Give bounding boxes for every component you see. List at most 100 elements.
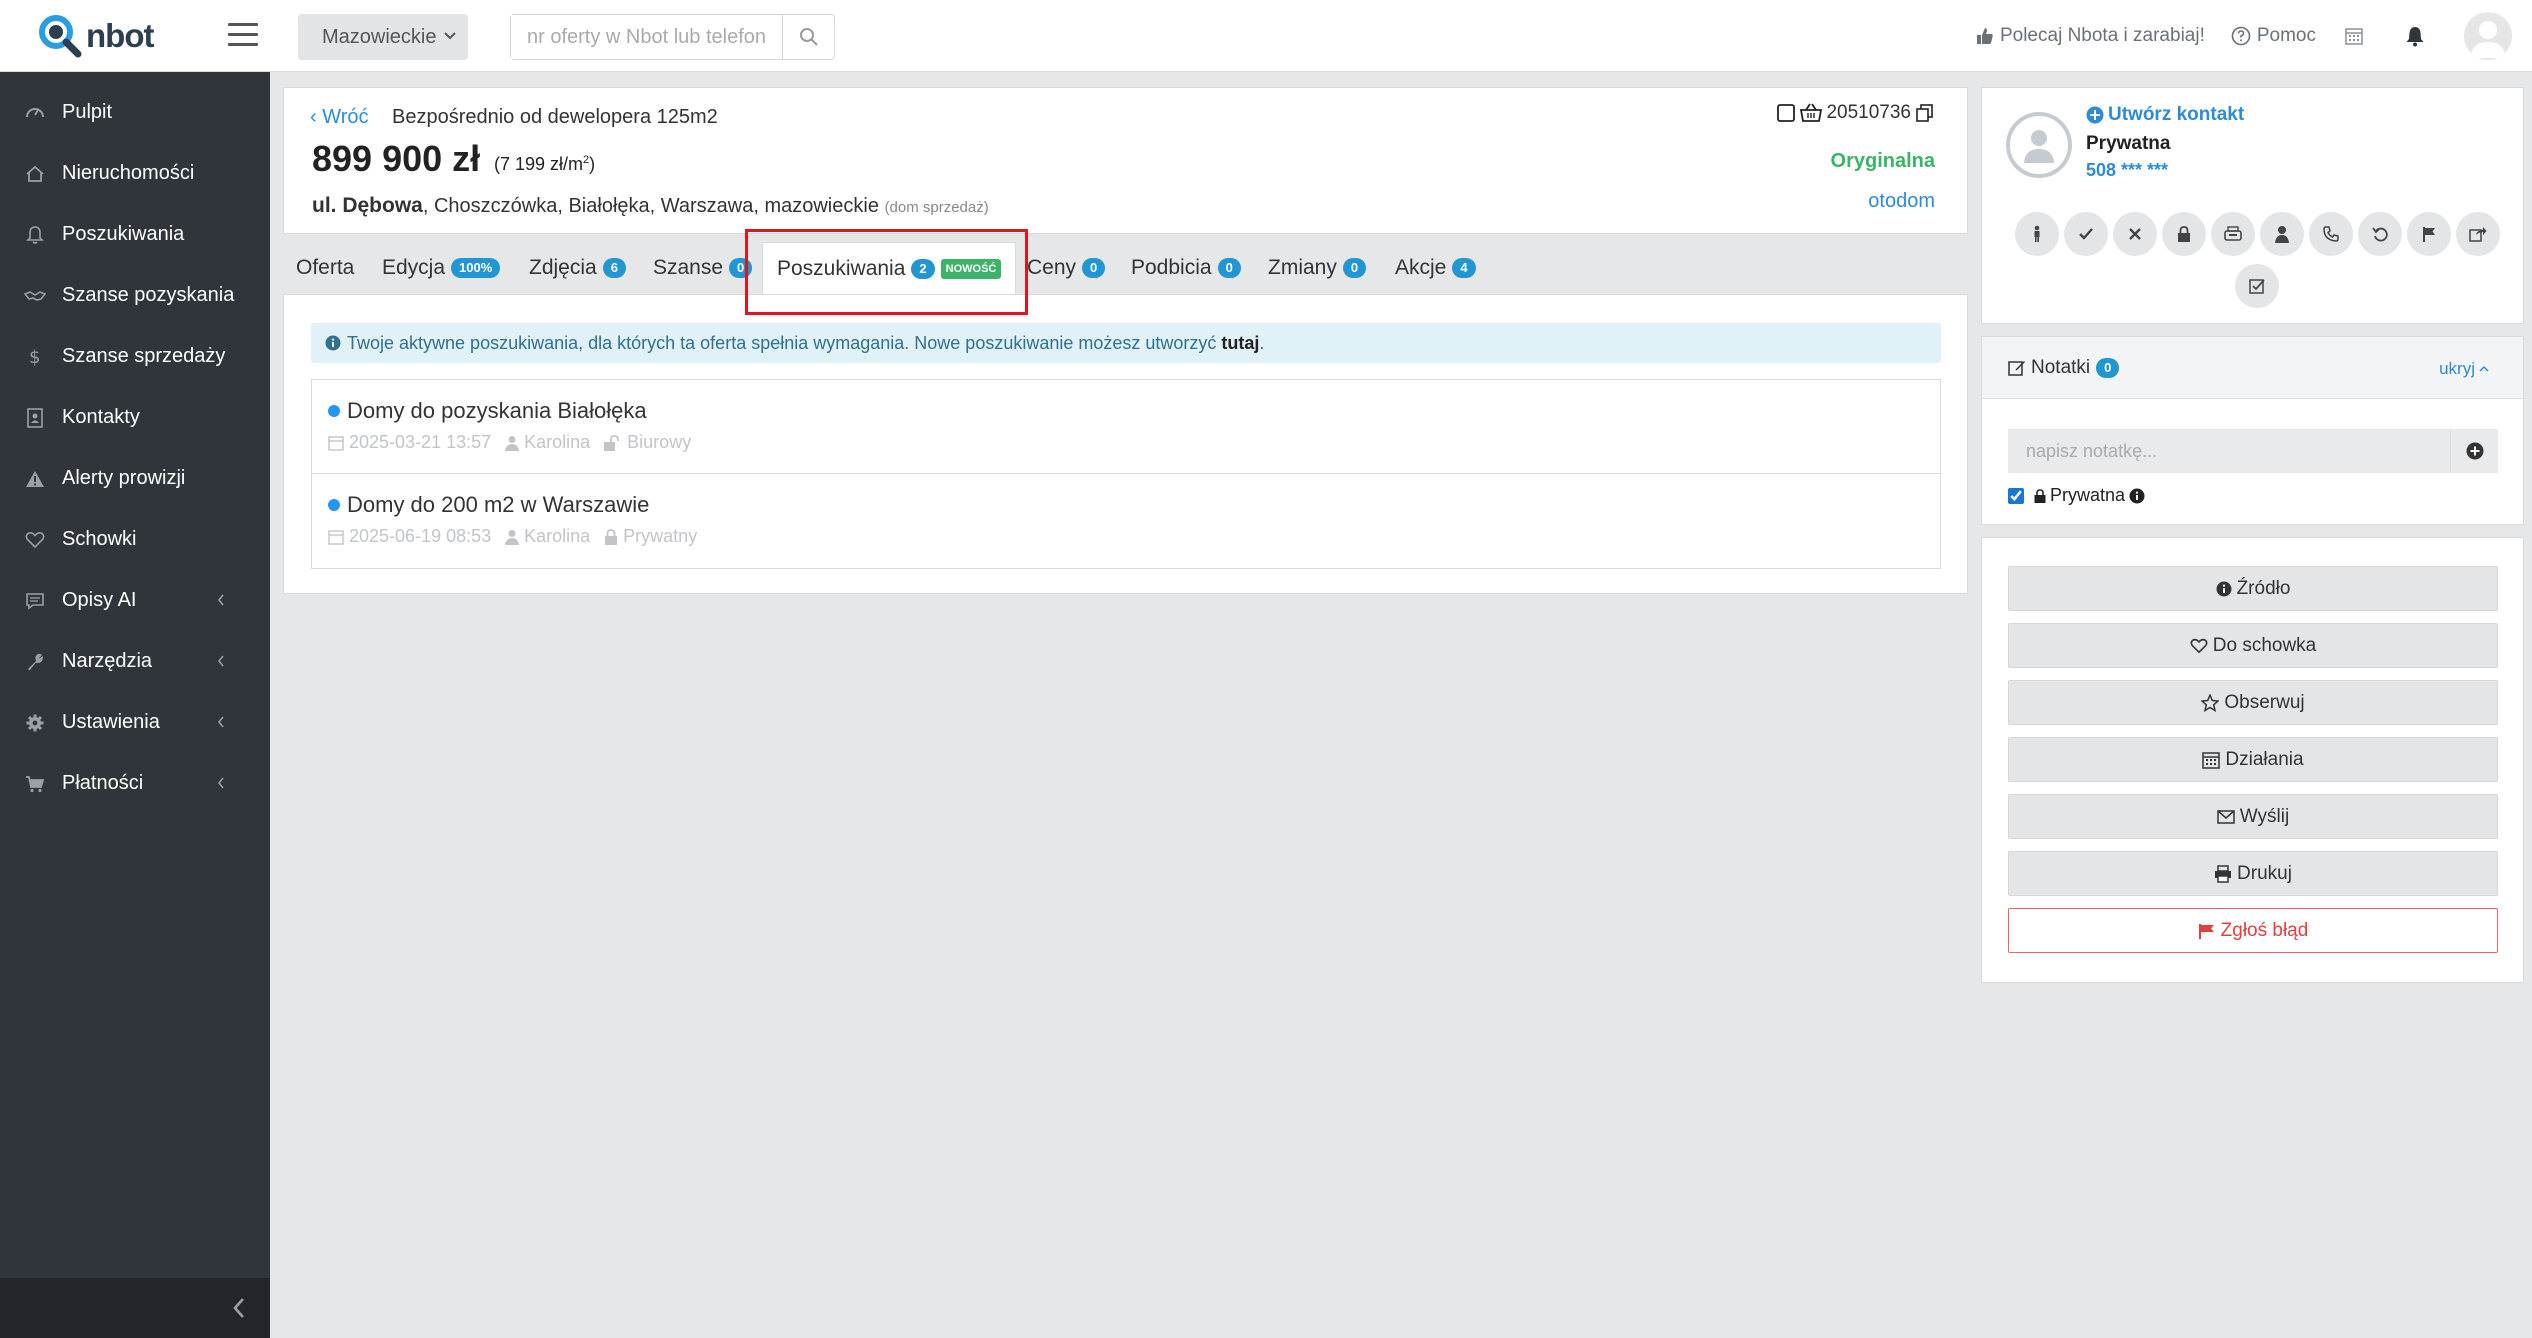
tab-poszukiwania[interactable]: Poszukiwania 2 NOWOŚĆ <box>762 242 1017 295</box>
tab-zmiany[interactable]: Zmiany 0 <box>1268 242 1367 294</box>
basket-icon[interactable] <box>1800 103 1823 123</box>
address-street: ul. Dębowa <box>312 194 423 217</box>
person-standing-button[interactable] <box>2014 212 2059 256</box>
back-link[interactable]: ‹ Wróć <box>310 106 369 129</box>
gear-icon <box>24 714 46 732</box>
sidebar-item-label: Narzędzia <box>62 650 153 672</box>
sidebar-item-label: Szanse pozyskania <box>62 284 235 306</box>
logo-text: nbot <box>86 17 154 54</box>
tab-podbicia[interactable]: Podbicia 0 <box>1131 242 1241 294</box>
chevron-up-icon <box>2479 365 2489 373</box>
status-dot <box>328 405 340 417</box>
sidebar-item-ustawienia[interactable]: Ustawienia <box>0 692 270 753</box>
status-dot <box>328 499 340 511</box>
private-note-checkbox[interactable]: Prywatna <box>2008 485 2149 506</box>
sidebar-item-nieruchomosci[interactable]: Nieruchomości <box>0 143 270 204</box>
sidebar-item-poszukiwania[interactable]: Poszukiwania <box>0 204 270 265</box>
create-contact-link[interactable]: Utwórz kontakt <box>2086 104 2244 126</box>
close-button[interactable] <box>2112 212 2157 256</box>
add-note-button[interactable] <box>2450 429 2498 473</box>
help-link[interactable]: Pomoc <box>2231 25 2316 47</box>
share-button[interactable] <box>2455 212 2500 256</box>
activities-button[interactable]: Działania <box>2008 737 2498 782</box>
undo-button[interactable] <box>2357 212 2402 256</box>
sidebar-item-narzedzia[interactable]: Narzędzia <box>0 631 270 692</box>
sidebar-item-pulpit[interactable]: Pulpit <box>0 82 270 143</box>
user-avatar[interactable] <box>2464 12 2512 60</box>
flag-icon <box>2198 923 2216 939</box>
phone-button[interactable] <box>2308 212 2353 256</box>
agent-button[interactable] <box>2259 212 2304 256</box>
checklist-button[interactable] <box>2235 264 2279 308</box>
offer-title: Bezpośrednio od dewelopera 125m2 <box>392 106 718 128</box>
sidebar-item-schowki[interactable]: Schowki <box>0 509 270 570</box>
print-button[interactable]: Drukuj <box>2008 851 2498 896</box>
checkbox-icon[interactable] <box>1776 103 1796 123</box>
sidebar-item-opisy-ai[interactable]: Opisy AI <box>0 570 270 631</box>
offer-search-input[interactable] <box>511 15 782 59</box>
region-select[interactable]: Mazowieckie <box>298 14 468 60</box>
list-item[interactable]: Domy do 200 m2 w Warszawie 2025-06-19 08… <box>312 474 1940 568</box>
sidebar-item-platnosci[interactable]: Płatności <box>0 753 270 814</box>
list-item[interactable]: Domy do pozyskania Białołęka 2025-03-21 … <box>312 380 1940 474</box>
tab-ceny[interactable]: Ceny 0 <box>1027 242 1106 294</box>
search-button[interactable] <box>782 15 834 59</box>
sidebar-item-label: Poszukiwania <box>62 223 185 245</box>
searches-panel: Twoje aktywne poszukiwania, dla których … <box>283 294 1968 594</box>
sidebar-item-label: Płatności <box>62 772 144 794</box>
send-button[interactable]: Wyślij <box>2008 794 2498 839</box>
watch-button[interactable]: Obserwuj <box>2008 680 2498 725</box>
help-label: Pomoc <box>2256 25 2316 46</box>
offer-source-link[interactable]: otodom <box>1868 190 1935 213</box>
copy-icon[interactable] <box>1915 103 1935 123</box>
address-rest: , Choszczówka, Białołęka, Warszawa, mazo… <box>422 195 879 217</box>
report-error-button[interactable]: Zgłoś błąd <box>2008 908 2498 953</box>
check-button[interactable] <box>2063 212 2108 256</box>
refer-link[interactable]: Polecaj Nbota i zarabiaj! <box>1976 25 2205 47</box>
private-checkbox-input[interactable] <box>2008 487 2024 504</box>
notifications-bell-icon[interactable] <box>2404 25 2426 47</box>
tab-edycja[interactable]: Edycja 100% <box>382 242 501 294</box>
nbot-logo[interactable]: nbot <box>38 14 154 58</box>
tab-szanse[interactable]: Szanse 0 <box>653 242 753 294</box>
comment-icon <box>24 592 46 610</box>
sidebar-item-kontakty[interactable]: Kontakty <box>0 387 270 448</box>
sidebar-item-szanse-pozyskania[interactable]: Szanse pozyskania <box>0 265 270 326</box>
info-circle-icon <box>2129 488 2145 504</box>
back-label: Wróć <box>322 106 369 128</box>
heart-icon <box>2190 638 2208 654</box>
note-input[interactable] <box>2008 429 2450 473</box>
sidebar-collapse-button[interactable] <box>0 1278 270 1338</box>
fax-button[interactable] <box>2210 212 2255 256</box>
lock-button[interactable] <box>2161 212 2206 256</box>
tab-badge: 2 <box>911 259 935 279</box>
notes-header: Notatki 0 ukryj <box>1982 337 2523 399</box>
sidebar-item-szanse-sprzedazy[interactable]: $ Szanse sprzedaży <box>0 326 270 387</box>
tab-akcje[interactable]: Akcje 4 <box>1395 242 1476 294</box>
contact-phone[interactable]: 508 *** *** <box>2086 160 2168 181</box>
flag-button[interactable] <box>2406 212 2451 256</box>
offer-price: 899 900 zł <box>312 138 481 179</box>
sidebar-item-alerty-prowizji[interactable]: Alerty prowizji <box>0 448 270 509</box>
create-search-link[interactable]: tutaj <box>1221 333 1259 354</box>
menu-toggle-icon[interactable] <box>228 23 258 49</box>
warning-icon <box>24 470 46 488</box>
calendar-icon[interactable] <box>2344 26 2364 46</box>
add-to-clipboard-button[interactable]: Do schowka <box>2008 623 2498 668</box>
search-icon <box>799 27 819 47</box>
private-label: Prywatna <box>2050 485 2126 505</box>
printer-icon <box>2214 864 2232 883</box>
info-circle-icon <box>325 335 341 351</box>
search-name: Domy do 200 m2 w Warszawie <box>347 492 650 517</box>
tab-badge: 0 <box>729 258 753 278</box>
hide-notes-link[interactable]: ukryj <box>2439 359 2489 379</box>
lock-icon <box>604 528 618 545</box>
tab-zdjecia[interactable]: Zdjęcia 6 <box>529 242 626 294</box>
source-button[interactable]: Źródło <box>2008 566 2498 611</box>
sidebar-item-label: Alerty prowizji <box>62 467 186 489</box>
chevron-left-icon <box>210 593 232 607</box>
tab-oferta[interactable]: Oferta <box>296 242 354 294</box>
contact-type: Prywatna <box>2086 133 2171 154</box>
actions-card: Źródło Do schowka Obserwuj Działania Wyś… <box>1981 537 2524 983</box>
info-text: Twoje aktywne poszukiwania, dla których … <box>347 332 1217 353</box>
